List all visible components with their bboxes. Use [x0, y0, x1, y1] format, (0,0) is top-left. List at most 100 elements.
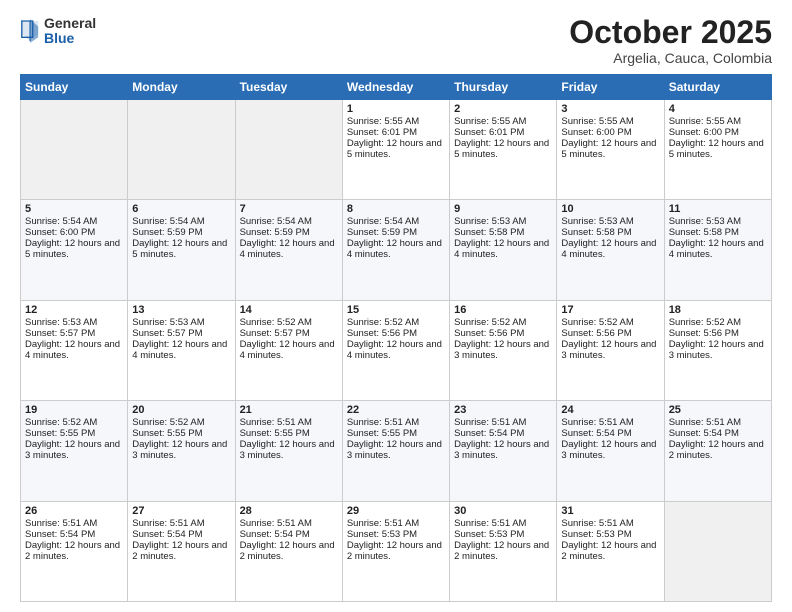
daylight-text: Daylight: 12 hours and 2 minutes.	[132, 540, 230, 562]
daylight-text: Daylight: 12 hours and 3 minutes.	[25, 439, 123, 461]
sunset-text: Sunset: 5:55 PM	[240, 428, 338, 439]
day-number: 8	[347, 203, 445, 215]
sunrise-text: Sunrise: 5:51 AM	[240, 518, 338, 529]
day-number: 3	[561, 103, 659, 115]
sunrise-text: Sunrise: 5:54 AM	[132, 216, 230, 227]
sunrise-text: Sunrise: 5:51 AM	[347, 417, 445, 428]
sunset-text: Sunset: 5:57 PM	[240, 328, 338, 339]
sunset-text: Sunset: 5:55 PM	[132, 428, 230, 439]
sunset-text: Sunset: 6:01 PM	[454, 127, 552, 138]
col-wednesday: Wednesday	[342, 75, 449, 100]
day-number: 7	[240, 203, 338, 215]
calendar-table: Sunday Monday Tuesday Wednesday Thursday…	[20, 74, 772, 602]
table-row: 22Sunrise: 5:51 AMSunset: 5:55 PMDayligh…	[342, 401, 449, 501]
sunrise-text: Sunrise: 5:54 AM	[240, 216, 338, 227]
sunset-text: Sunset: 5:58 PM	[669, 227, 767, 238]
sunset-text: Sunset: 5:55 PM	[347, 428, 445, 439]
day-number: 16	[454, 304, 552, 316]
table-row: 11Sunrise: 5:53 AMSunset: 5:58 PMDayligh…	[664, 200, 771, 300]
sunrise-text: Sunrise: 5:51 AM	[454, 417, 552, 428]
sunset-text: Sunset: 6:00 PM	[561, 127, 659, 138]
sunset-text: Sunset: 5:53 PM	[561, 529, 659, 540]
sunrise-text: Sunrise: 5:55 AM	[347, 116, 445, 127]
daylight-text: Daylight: 12 hours and 3 minutes.	[669, 339, 767, 361]
daylight-text: Daylight: 12 hours and 4 minutes.	[561, 238, 659, 260]
sunrise-text: Sunrise: 5:51 AM	[25, 518, 123, 529]
table-row: 15Sunrise: 5:52 AMSunset: 5:56 PMDayligh…	[342, 300, 449, 400]
sunset-text: Sunset: 5:57 PM	[132, 328, 230, 339]
daylight-text: Daylight: 12 hours and 5 minutes.	[454, 138, 552, 160]
table-row: 28Sunrise: 5:51 AMSunset: 5:54 PMDayligh…	[235, 501, 342, 601]
table-row: 24Sunrise: 5:51 AMSunset: 5:54 PMDayligh…	[557, 401, 664, 501]
sunrise-text: Sunrise: 5:52 AM	[347, 317, 445, 328]
sunrise-text: Sunrise: 5:54 AM	[347, 216, 445, 227]
table-row: 29Sunrise: 5:51 AMSunset: 5:53 PMDayligh…	[342, 501, 449, 601]
sunrise-text: Sunrise: 5:51 AM	[347, 518, 445, 529]
title-block: October 2025 Argelia, Cauca, Colombia	[569, 16, 772, 66]
daylight-text: Daylight: 12 hours and 4 minutes.	[240, 238, 338, 260]
table-row: 4Sunrise: 5:55 AMSunset: 6:00 PMDaylight…	[664, 100, 771, 200]
daylight-text: Daylight: 12 hours and 5 minutes.	[669, 138, 767, 160]
daylight-text: Daylight: 12 hours and 2 minutes.	[347, 540, 445, 562]
table-row	[235, 100, 342, 200]
sunset-text: Sunset: 5:54 PM	[132, 529, 230, 540]
sunrise-text: Sunrise: 5:51 AM	[561, 518, 659, 529]
table-row: 19Sunrise: 5:52 AMSunset: 5:55 PMDayligh…	[21, 401, 128, 501]
daylight-text: Daylight: 12 hours and 4 minutes.	[25, 339, 123, 361]
day-number: 31	[561, 505, 659, 517]
sunrise-text: Sunrise: 5:53 AM	[132, 317, 230, 328]
sunset-text: Sunset: 5:56 PM	[454, 328, 552, 339]
day-number: 10	[561, 203, 659, 215]
sunset-text: Sunset: 5:53 PM	[347, 529, 445, 540]
month-title: October 2025	[569, 16, 772, 48]
subtitle: Argelia, Cauca, Colombia	[569, 50, 772, 66]
table-row	[21, 100, 128, 200]
sunrise-text: Sunrise: 5:53 AM	[454, 216, 552, 227]
calendar-week-row: 5Sunrise: 5:54 AMSunset: 6:00 PMDaylight…	[21, 200, 772, 300]
sunset-text: Sunset: 5:53 PM	[454, 529, 552, 540]
daylight-text: Daylight: 12 hours and 5 minutes.	[347, 138, 445, 160]
day-number: 20	[132, 404, 230, 416]
sunset-text: Sunset: 5:59 PM	[240, 227, 338, 238]
sunset-text: Sunset: 5:54 PM	[561, 428, 659, 439]
sunrise-text: Sunrise: 5:55 AM	[669, 116, 767, 127]
calendar-week-row: 1Sunrise: 5:55 AMSunset: 6:01 PMDaylight…	[21, 100, 772, 200]
sunrise-text: Sunrise: 5:51 AM	[240, 417, 338, 428]
table-row	[128, 100, 235, 200]
daylight-text: Daylight: 12 hours and 4 minutes.	[347, 339, 445, 361]
col-saturday: Saturday	[664, 75, 771, 100]
table-row: 20Sunrise: 5:52 AMSunset: 5:55 PMDayligh…	[128, 401, 235, 501]
col-sunday: Sunday	[21, 75, 128, 100]
day-number: 28	[240, 505, 338, 517]
sunrise-text: Sunrise: 5:54 AM	[25, 216, 123, 227]
sunrise-text: Sunrise: 5:52 AM	[132, 417, 230, 428]
table-row: 21Sunrise: 5:51 AMSunset: 5:55 PMDayligh…	[235, 401, 342, 501]
day-number: 24	[561, 404, 659, 416]
logo-blue-text: Blue	[44, 31, 96, 46]
logo-general-text: General	[44, 16, 96, 31]
sunset-text: Sunset: 5:56 PM	[347, 328, 445, 339]
day-number: 2	[454, 103, 552, 115]
daylight-text: Daylight: 12 hours and 5 minutes.	[132, 238, 230, 260]
sunset-text: Sunset: 5:57 PM	[25, 328, 123, 339]
table-row: 18Sunrise: 5:52 AMSunset: 5:56 PMDayligh…	[664, 300, 771, 400]
logo: General Blue	[20, 16, 96, 47]
sunrise-text: Sunrise: 5:51 AM	[454, 518, 552, 529]
daylight-text: Daylight: 12 hours and 3 minutes.	[561, 439, 659, 461]
table-row: 13Sunrise: 5:53 AMSunset: 5:57 PMDayligh…	[128, 300, 235, 400]
table-row: 26Sunrise: 5:51 AMSunset: 5:54 PMDayligh…	[21, 501, 128, 601]
daylight-text: Daylight: 12 hours and 5 minutes.	[561, 138, 659, 160]
sunset-text: Sunset: 6:00 PM	[25, 227, 123, 238]
day-number: 27	[132, 505, 230, 517]
table-row: 27Sunrise: 5:51 AMSunset: 5:54 PMDayligh…	[128, 501, 235, 601]
calendar-week-row: 12Sunrise: 5:53 AMSunset: 5:57 PMDayligh…	[21, 300, 772, 400]
sunrise-text: Sunrise: 5:51 AM	[561, 417, 659, 428]
daylight-text: Daylight: 12 hours and 3 minutes.	[347, 439, 445, 461]
table-row: 1Sunrise: 5:55 AMSunset: 6:01 PMDaylight…	[342, 100, 449, 200]
sunset-text: Sunset: 5:58 PM	[454, 227, 552, 238]
col-tuesday: Tuesday	[235, 75, 342, 100]
page: General Blue October 2025 Argelia, Cauca…	[0, 0, 792, 612]
day-number: 21	[240, 404, 338, 416]
day-number: 18	[669, 304, 767, 316]
sunset-text: Sunset: 5:56 PM	[669, 328, 767, 339]
